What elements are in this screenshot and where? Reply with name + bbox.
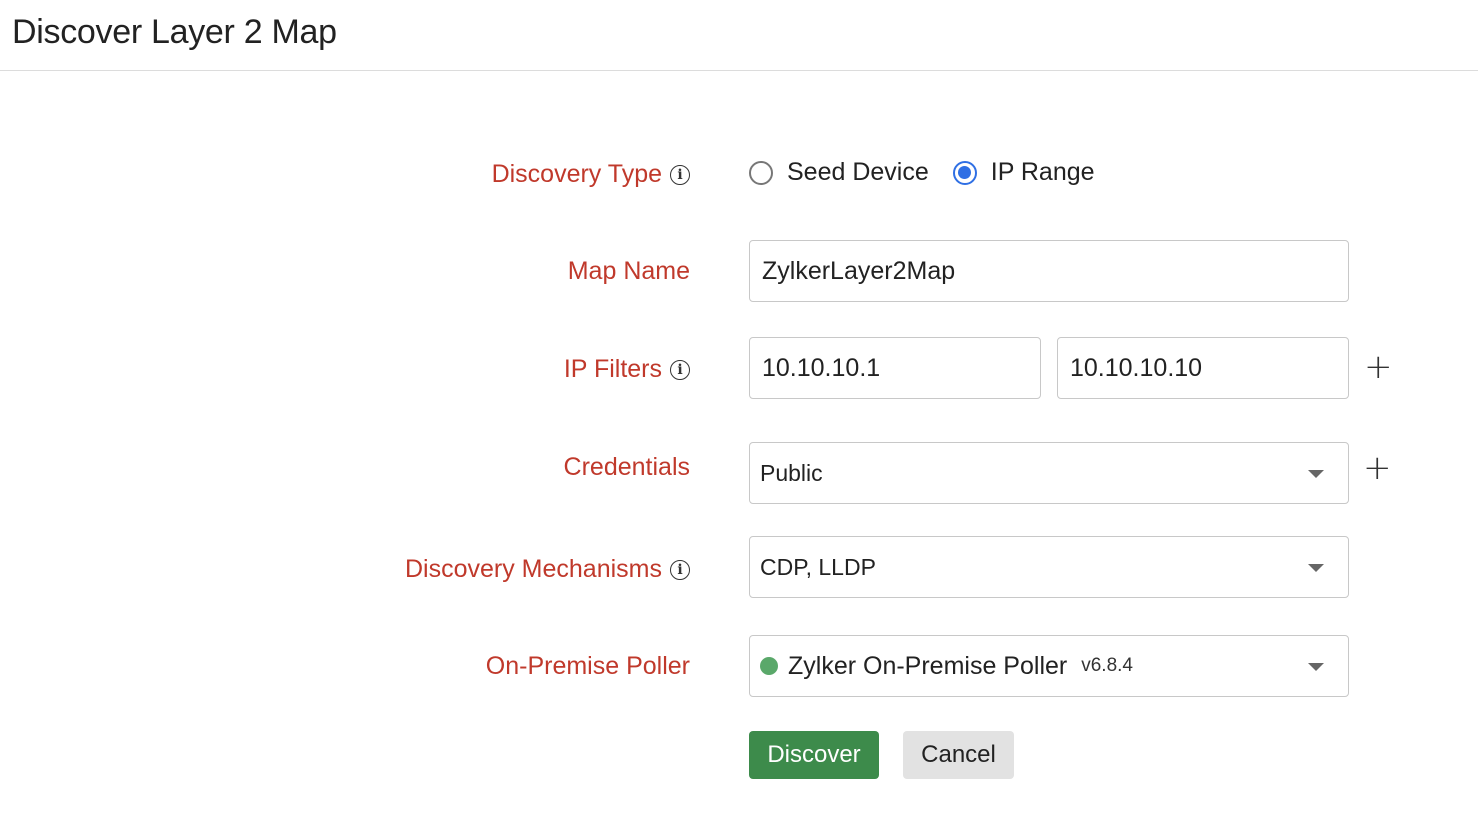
info-icon[interactable]: i — [670, 164, 690, 185]
discovery-type-radio-group: Seed Device IP Range — [749, 158, 1119, 187]
credentials-value: Public — [760, 459, 823, 486]
chevron-down-icon — [1308, 564, 1324, 572]
map-name-value: ZylkerLayer2Map — [762, 256, 956, 285]
ip-filters-label-text: IP Filters — [563, 355, 662, 383]
ip-range-radio[interactable] — [952, 160, 977, 185]
add-credential-plus-icon[interactable]: + — [1363, 451, 1392, 485]
chevron-down-icon — [1308, 663, 1324, 671]
cancel-button[interactable]: Cancel — [903, 731, 1014, 779]
seed-device-label[interactable]: Seed Device — [787, 158, 929, 187]
info-icon[interactable]: i — [670, 359, 690, 380]
ip-start-value: 10.10.10.1 — [762, 353, 881, 382]
discovery-mechanisms-label: Discovery Mechanisms i — [405, 555, 690, 584]
info-icon[interactable]: i — [670, 559, 690, 580]
poller-version: v6.8.4 — [1081, 655, 1133, 676]
discovery-type-label-text: Discovery Type — [491, 160, 662, 188]
ip-end-input[interactable]: 10.10.10.10 — [1057, 337, 1349, 399]
page-title: Discover Layer 2 Map — [12, 13, 337, 51]
poller-label-text: On-Premise Poller — [485, 652, 690, 680]
discovery-mechanisms-label-text: Discovery Mechanisms — [404, 555, 662, 583]
discovery-mechanisms-value: CDP, LLDP — [760, 553, 876, 580]
credentials-label: Credentials — [564, 453, 690, 482]
discovery-type-label: Discovery Type i — [492, 160, 690, 189]
seed-device-radio[interactable] — [749, 160, 773, 185]
credentials-label-text: Credentials — [563, 453, 690, 481]
map-name-input[interactable]: ZylkerLayer2Map — [749, 240, 1349, 302]
ip-filters-label: IP Filters i — [564, 355, 690, 384]
poller-label: On-Premise Poller — [486, 652, 690, 681]
poller-select[interactable]: Zylker On-Premise Poller v6.8.4 — [749, 635, 1349, 697]
credentials-select[interactable]: Public — [749, 442, 1349, 504]
discovery-mechanisms-select[interactable]: CDP, LLDP — [749, 536, 1349, 598]
poller-value: Zylker On-Premise Poller — [788, 651, 1068, 680]
page-header: Discover Layer 2 Map — [0, 0, 1478, 71]
discover-button[interactable]: Discover — [749, 731, 879, 779]
ip-range-label[interactable]: IP Range — [991, 158, 1095, 187]
add-ip-filter-plus-icon[interactable]: + — [1364, 350, 1393, 384]
ip-end-value: 10.10.10.10 — [1070, 353, 1203, 382]
map-name-label-text: Map Name — [567, 257, 690, 285]
chevron-down-icon — [1308, 470, 1324, 478]
map-name-label: Map Name — [568, 257, 690, 286]
poller-status-dot — [760, 657, 778, 675]
ip-start-input[interactable]: 10.10.10.1 — [749, 337, 1041, 399]
